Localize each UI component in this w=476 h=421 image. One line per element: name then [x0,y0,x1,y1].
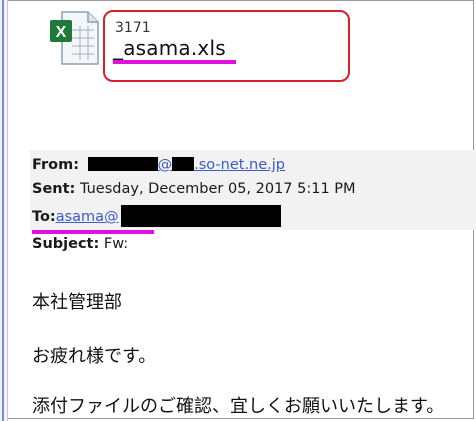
sent-line: Sent: Tuesday, December 05, 2017 5:11 PM [32,181,356,197]
sent-label: Sent: [32,181,76,197]
from-label: From: [32,157,79,173]
sent-value: Tuesday, December 05, 2017 5:11 PM [79,181,356,197]
from-at[interactable]: @ [158,157,173,173]
excel-file-icon[interactable]: X [48,8,102,68]
body-line-3: 添付ファイルのご確認、宜しくお願いいたします。 [32,396,445,417]
body-line-1: 本社管理部 [32,292,122,313]
redacted-block [87,157,158,171]
attachment-highlight-box [103,10,350,82]
subject-line: Subject: Fw: [32,236,128,252]
body-line-2: お疲れ様です。 [32,346,157,367]
redacted-block [172,157,195,171]
to-underline [32,230,154,234]
to-line: To:asama@ [32,205,281,227]
svg-text:X: X [56,24,67,41]
subject-value: Fw: [103,236,129,252]
from-line: From: @ .so-net.ne.jp [32,157,285,173]
from-domain[interactable]: .so-net.ne.jp [194,157,285,173]
to-label: To: [32,209,56,225]
subject-label: Subject: [32,236,100,252]
filename-underline [113,60,236,64]
to-address[interactable]: asama@ [56,209,119,225]
left-accent-line [2,0,4,421]
redacted-block [120,205,281,227]
left-scroll-gutter [0,0,8,421]
